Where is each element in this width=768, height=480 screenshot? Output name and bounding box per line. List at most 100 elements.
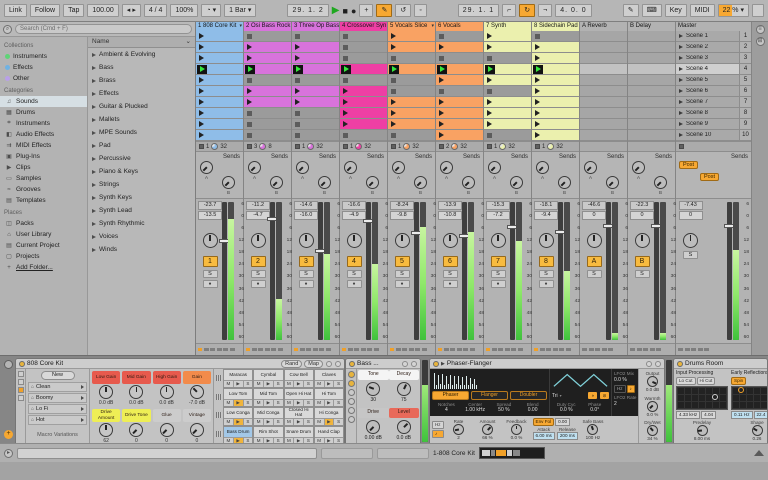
send-b-knob[interactable]	[222, 176, 235, 189]
pad-mute-button[interactable]: M	[254, 400, 264, 406]
param-value[interactable]: 0.0°	[581, 407, 610, 413]
clip-slot[interactable]	[340, 64, 387, 75]
send-a-knob[interactable]	[200, 161, 213, 174]
chain-grid-icon[interactable]	[215, 412, 222, 419]
pad-solo-button[interactable]: S	[273, 400, 283, 406]
new-variation-button[interactable]: New	[40, 371, 75, 380]
track-stop-button[interactable]	[535, 144, 540, 149]
arm-button[interactable]: ●	[250, 280, 266, 288]
chain-icon[interactable]	[347, 389, 355, 396]
folder-guitar-plucked[interactable]: Guitar & Plucked	[88, 100, 195, 113]
cpu-meter[interactable]: 22 % ▾	[717, 4, 750, 17]
clip-slot[interactable]	[388, 42, 435, 53]
pad-hi-conga[interactable]: Hi Conga M ▶ S	[313, 407, 344, 426]
groove-amount[interactable]: 100%	[170, 4, 199, 17]
peak-level-value[interactable]: -23.7	[198, 201, 222, 210]
pad-play-button[interactable]: ▶	[294, 381, 304, 387]
loop-start-display[interactable]: 29. 1. 1	[457, 4, 500, 17]
draw-mode-button[interactable]: ✎	[622, 4, 639, 17]
time-signature[interactable]: 4 / 4	[143, 4, 168, 17]
volume-fader[interactable]	[603, 202, 614, 340]
category-instruments[interactable]: ⌗ Instruments	[0, 118, 87, 129]
clip-slot[interactable]	[244, 108, 291, 119]
clip-slot[interactable]	[196, 130, 243, 141]
clip-slot[interactable]	[436, 97, 483, 108]
track-activator[interactable]: 7	[490, 256, 506, 267]
variation-lo-fi[interactable]: ⌂ Lo Fi	[28, 404, 87, 414]
send-b-knob[interactable]	[414, 176, 427, 189]
clip-slot[interactable]	[292, 97, 339, 108]
clip-slot[interactable]	[388, 31, 435, 42]
input-freq-value[interactable]: 4.33 kHz	[676, 411, 701, 420]
track-header[interactable]: 7 Synth	[484, 22, 531, 31]
folder-synth-rhythmic[interactable]: Synth Rhythmic	[88, 217, 195, 230]
category-sounds[interactable]: ♫ Sounds	[0, 96, 87, 107]
knob-level[interactable]	[396, 420, 411, 434]
clip-slot[interactable]	[580, 86, 627, 97]
volume-fader[interactable]	[651, 202, 662, 340]
category-drums[interactable]: ▦ Drums	[0, 107, 87, 118]
knob-value[interactable]: 2	[457, 435, 460, 440]
knob-drive[interactable]	[366, 420, 381, 434]
peak-level-value[interactable]: -15.3	[486, 201, 510, 210]
device-on-icon[interactable]	[677, 360, 683, 367]
clip-slot[interactable]	[340, 97, 387, 108]
pan-knob[interactable]	[538, 233, 554, 248]
clip-slot[interactable]	[436, 86, 483, 97]
place-add-folder[interactable]: + Add Folder...	[0, 262, 87, 273]
macro-knob[interactable]	[99, 423, 114, 437]
pan-knob[interactable]	[490, 233, 506, 248]
knob-predelay[interactable]	[696, 425, 708, 437]
send-a-knob[interactable]	[296, 161, 309, 174]
save-icon[interactable]	[655, 360, 661, 367]
pad-rim-shot[interactable]: Rim Shot M ▶ S	[253, 426, 284, 443]
clip-slot[interactable]	[580, 97, 627, 108]
solo-button[interactable]: S	[586, 270, 602, 278]
clip-slot[interactable]	[436, 31, 483, 42]
pad-mid-tom[interactable]: Mid Tom M ▶ S	[253, 388, 284, 407]
clip-slot[interactable]	[340, 53, 387, 64]
track-activator[interactable]: 6	[442, 256, 458, 267]
stop-button[interactable]: ■	[343, 6, 348, 16]
post-button-b[interactable]: Post	[700, 173, 719, 181]
mode-flanger[interactable]: Flanger	[471, 391, 508, 400]
clip-slot[interactable]	[484, 42, 531, 53]
send-a-knob[interactable]	[392, 161, 405, 174]
peak-level-value[interactable]: -7.43	[678, 201, 703, 210]
arm-button[interactable]: ●	[394, 280, 410, 288]
peak-level-value[interactable]: -46.6	[582, 201, 606, 210]
macro-knob[interactable]	[99, 385, 114, 399]
category-grooves[interactable]: ≈ Grooves	[0, 184, 87, 195]
record-button[interactable]: ●	[351, 6, 356, 16]
volume-value[interactable]: -9.4	[534, 211, 558, 220]
clip-slot[interactable]	[580, 31, 627, 42]
clip-slot[interactable]	[244, 86, 291, 97]
search-input[interactable]: Search (Cmd + F)	[15, 24, 192, 34]
rack-toggle-icon[interactable]	[17, 371, 24, 377]
pan-knob[interactable]	[250, 233, 266, 248]
save-icon[interactable]	[411, 360, 417, 367]
clip-slot[interactable]	[484, 64, 531, 75]
track-header[interactable]: Master	[676, 22, 751, 31]
clip-slot[interactable]	[532, 42, 579, 53]
device-on-icon[interactable]	[349, 360, 355, 367]
show-device-view-icon[interactable]	[754, 450, 764, 456]
folder-piano-keys[interactable]: Piano & Keys	[88, 165, 195, 178]
send-a-knob[interactable]	[584, 161, 597, 174]
folder-bass[interactable]: Bass	[88, 61, 195, 74]
folder-strings[interactable]: Strings	[88, 178, 195, 191]
pad-solo-button[interactable]: S	[273, 419, 283, 425]
pad-solo-button[interactable]: S	[334, 381, 343, 387]
pad-solo-button[interactable]: S	[304, 400, 313, 406]
pad-play-button[interactable]: ▶	[324, 419, 335, 425]
param-value[interactable]: 4	[432, 407, 461, 413]
clip-slot[interactable]	[436, 108, 483, 119]
pad-play-button[interactable]: ▶	[294, 419, 304, 425]
lfo-shape-select[interactable]: Tri	[552, 393, 558, 399]
category-midi-effects[interactable]: ⇉ MIDI Effects	[0, 140, 87, 151]
peak-level-value[interactable]: -16.6	[342, 201, 366, 210]
fold-icon[interactable]: ▶	[441, 361, 445, 367]
knob-value[interactable]: 0.0 dB	[646, 387, 659, 392]
pad-mid-conga[interactable]: Mid Conga M ▶ S	[253, 407, 284, 426]
knob-value[interactable]: 0.0 dB	[397, 435, 411, 441]
